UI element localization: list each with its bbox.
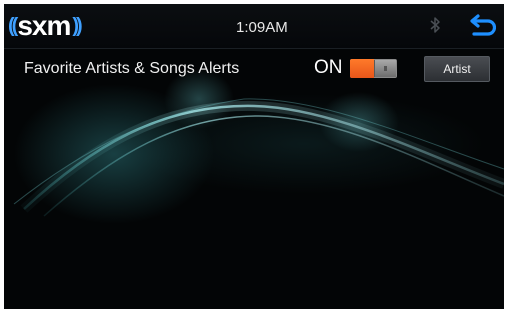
logo-wave-left-icon: (( — [8, 14, 18, 37]
artist-button[interactable]: Artist — [424, 56, 490, 82]
back-arrow-icon[interactable] — [466, 13, 496, 39]
logo-text: sxm — [17, 10, 71, 41]
sxm-logo: (( sxm )) — [8, 10, 83, 41]
toggle-knob[interactable] — [374, 60, 396, 77]
bluetooth-icon — [430, 17, 440, 33]
alerts-toggle-switch[interactable] — [350, 59, 397, 78]
status-bar-divider — [4, 48, 504, 49]
toggle-state-label: ON — [314, 57, 343, 78]
toggle-fill — [350, 59, 374, 78]
logo-wave-right-icon: )) — [72, 14, 82, 37]
alerts-title: Favorite Artists & Songs Alerts — [24, 60, 240, 77]
wave-background — [13, 69, 504, 224]
head-unit-screen: (( sxm )) 1:09AM Favorite Artists & Song… — [4, 4, 504, 309]
clock: 1:09AM — [236, 19, 288, 36]
